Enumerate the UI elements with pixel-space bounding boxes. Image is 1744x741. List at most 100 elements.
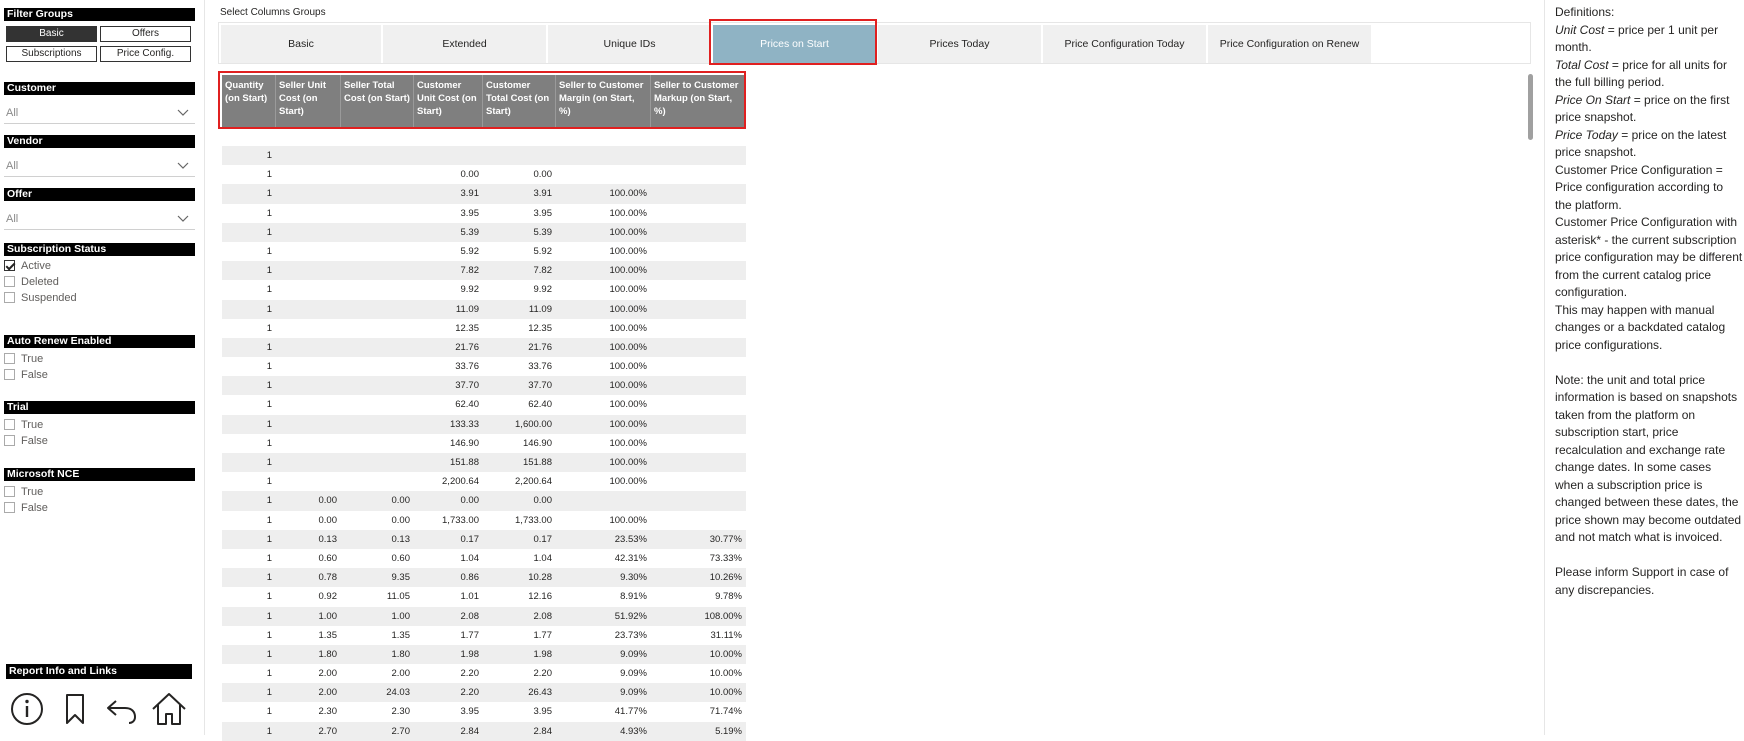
status-checkbox-active[interactable]: Active: [4, 259, 51, 273]
table-cell: 9.35: [391, 572, 411, 584]
table-cell: [341, 376, 414, 395]
table-row[interactable]: 1 0.78 9.35 0.86 10.28 9.30% 10.26%: [222, 568, 746, 588]
table-row[interactable]: 1 5.92 5.92 100.00%: [222, 242, 746, 261]
table-cell: [651, 165, 746, 184]
group-button-basic[interactable]: Basic: [6, 26, 97, 42]
tab-price-configuration-on-renew[interactable]: Price Configuration on Renew: [1208, 25, 1372, 63]
table-row[interactable]: 1 2.30 2.30 3.95 3.95 41.77% 71.74%: [222, 702, 746, 721]
table-cell: 37.70: [528, 380, 552, 392]
table-row[interactable]: 1 7.82 7.82 100.00%: [222, 261, 746, 281]
table-row[interactable]: 1 12.35 12.35 100.00%: [222, 319, 746, 338]
tab-prices-on-start[interactable]: Prices on Start: [713, 25, 877, 63]
table-row[interactable]: 1 3.91 3.91 100.00%: [222, 184, 746, 204]
table-row[interactable]: 1: [222, 146, 746, 166]
checkbox-icon: [4, 502, 15, 513]
trial-checkbox-false[interactable]: False: [4, 434, 48, 448]
table-cell: 5.92: [533, 245, 553, 257]
table-cell: 0.17: [533, 533, 553, 545]
table-row[interactable]: 1 5.39 5.39 100.00%: [222, 222, 746, 242]
table-cell: 1: [266, 207, 272, 219]
status-checkbox-deleted[interactable]: Deleted: [4, 275, 59, 289]
table-cell: 5.19%: [715, 725, 742, 737]
checkbox-icon: [4, 292, 15, 303]
table-row[interactable]: 1 146.90 146.90 100.00%: [222, 434, 746, 453]
table-row[interactable]: 1 133.33 1,600.00 100.00%: [222, 414, 746, 434]
table-row[interactable]: 1 62.40 62.40 100.00%: [222, 395, 746, 414]
table-row[interactable]: 1 21.76 21.76 100.00%: [222, 337, 746, 358]
table-cell: [651, 395, 746, 414]
checkbox-label: False: [21, 435, 48, 447]
table-cell: 1: [266, 265, 272, 277]
table-row[interactable]: 1 0.92 11.05 1.01 12.16 8.91% 9.78%: [222, 587, 746, 606]
table-row[interactable]: 1 0.00 0.00: [222, 165, 746, 184]
tab-price-configuration-today[interactable]: Price Configuration Today: [1043, 25, 1207, 63]
column-header-quantity[interactable]: Quantity (on Start): [222, 75, 276, 128]
table-cell: 1.80: [318, 648, 338, 660]
tab-unique-ids[interactable]: Unique IDs: [548, 25, 712, 63]
auto-renew-header: Auto Renew Enabled: [4, 335, 195, 348]
group-button-subscriptions[interactable]: Subscriptions: [6, 46, 97, 62]
table-row[interactable]: 1 11.09 11.09 100.00%: [222, 299, 746, 319]
column-header-seller-unit-cost[interactable]: Seller Unit Cost (on Start): [276, 75, 341, 128]
table-row[interactable]: 1 37.70 37.70 100.00%: [222, 376, 746, 396]
table-row[interactable]: 1 2.00 2.00 2.20 2.20 9.09% 10.00%: [222, 664, 746, 683]
tab-basic[interactable]: Basic: [221, 25, 382, 63]
table-row[interactable]: 1 151.88 151.88 100.00%: [222, 453, 746, 473]
table-cell: [276, 434, 341, 453]
table-row[interactable]: 1 1.00 1.00 2.08 2.08 51.92% 108.00%: [222, 606, 746, 626]
table-cell: 0.13: [318, 533, 338, 545]
table-row[interactable]: 1 2,200.64 2,200.64 100.00%: [222, 472, 746, 491]
nce-checkbox-true[interactable]: True: [4, 485, 43, 499]
table-cell: 1: [266, 687, 272, 699]
column-header-seller-total-cost[interactable]: Seller Total Cost (on Start): [341, 75, 414, 128]
column-header-markup[interactable]: Seller to Customer Markup (on Start, %): [651, 75, 746, 128]
table-cell: 2.20: [460, 687, 480, 699]
auto-renew-checkbox-true[interactable]: True: [4, 352, 43, 366]
back-icon[interactable]: [103, 690, 141, 728]
column-header-customer-unit-cost[interactable]: Customer Unit Cost (on Start): [414, 75, 483, 128]
table-cell: 12.35: [528, 322, 552, 334]
offer-dropdown[interactable]: All: [4, 209, 195, 230]
nce-checkbox-false[interactable]: False: [4, 501, 48, 515]
chevron-down-icon: [177, 162, 189, 169]
table-row[interactable]: 1 2.70 2.70 2.84 2.84 4.93% 5.19%: [222, 721, 746, 741]
column-header-margin[interactable]: Seller to Customer Margin (on Start, %): [556, 75, 651, 128]
status-checkbox-suspended[interactable]: Suspended: [4, 291, 77, 305]
table-cell: [341, 395, 414, 414]
tab-strip-caption: Select Columns Groups: [220, 7, 326, 18]
group-button-offers[interactable]: Offers: [100, 26, 191, 42]
trial-checkbox-true[interactable]: True: [4, 418, 43, 432]
table-header-row: Quantity (on Start) Seller Unit Cost (on…: [222, 75, 746, 128]
tab-prices-today[interactable]: Prices Today: [878, 25, 1042, 63]
tab-extended[interactable]: Extended: [383, 25, 547, 63]
table-cell: 21.76: [455, 341, 479, 353]
auto-renew-checkbox-false[interactable]: False: [4, 368, 48, 382]
table-cell: 146.90: [522, 437, 552, 449]
home-icon[interactable]: [150, 690, 188, 728]
table-row[interactable]: 1 0.00 0.00 1,733.00 1,733.00 100.00%: [222, 511, 746, 530]
table-cell: 1: [266, 629, 272, 641]
column-header-customer-total-cost[interactable]: Customer Total Cost (on Start): [483, 75, 556, 128]
table-cell: 3.95: [460, 706, 480, 718]
filter-panel: Filter Groups Basic Offers Subscriptions…: [0, 0, 205, 735]
table-cell: [341, 280, 414, 299]
group-button-price-config[interactable]: Price Config.: [100, 46, 191, 62]
table-cell: 1,733.00: [442, 514, 479, 526]
table-scrollbar[interactable]: [1528, 74, 1533, 140]
table-row[interactable]: 1 9.92 9.92 100.00%: [222, 280, 746, 299]
table-cell: [341, 165, 414, 184]
table-row[interactable]: 1 2.00 24.03 2.20 26.43 9.09% 10.00%: [222, 683, 746, 703]
info-icon[interactable]: [8, 690, 46, 728]
table-row[interactable]: 1 0.60 0.60 1.04 1.04 42.31% 73.33%: [222, 549, 746, 568]
table-row[interactable]: 1 1.80 1.80 1.98 1.98 9.09% 10.00%: [222, 644, 746, 665]
customer-dropdown[interactable]: All: [4, 103, 195, 124]
bookmark-icon[interactable]: [56, 690, 94, 728]
table-cell: [341, 434, 414, 453]
table-row[interactable]: 1 0.13 0.13 0.17 0.17 23.53% 30.77%: [222, 529, 746, 549]
table-row[interactable]: 1 33.76 33.76 100.00%: [222, 357, 746, 376]
table-cell: 100.00%: [609, 226, 647, 238]
table-row[interactable]: 1 3.95 3.95 100.00%: [222, 204, 746, 223]
table-row[interactable]: 1 0.00 0.00 0.00 0.00: [222, 491, 746, 511]
table-row[interactable]: 1 1.35 1.35 1.77 1.77 23.73% 31.11%: [222, 626, 746, 645]
vendor-dropdown[interactable]: All: [4, 156, 195, 177]
